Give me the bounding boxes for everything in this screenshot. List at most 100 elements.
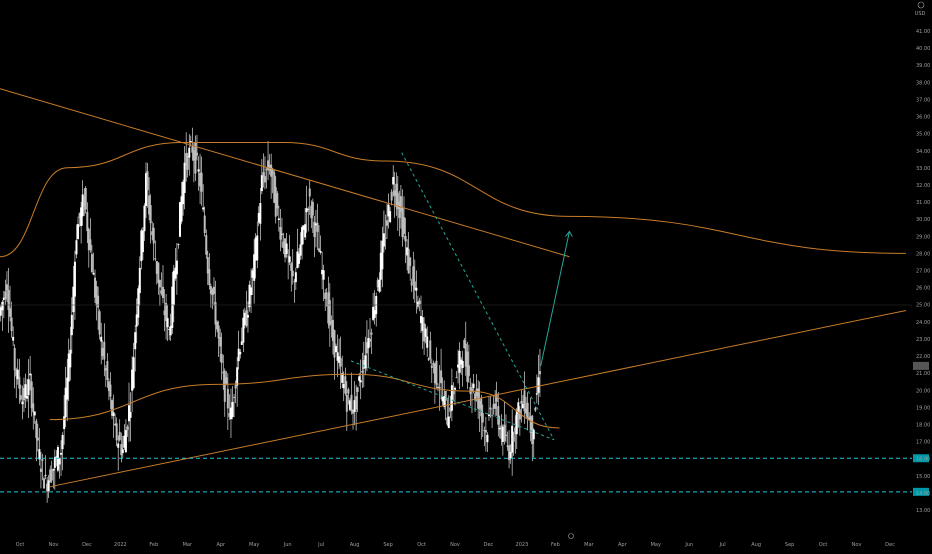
price-axis[interactable]: 41.00 40.00 39.00 38.00 37.00 36.00 35.00 34.00… xyxy=(916,29,930,514)
candle-body xyxy=(344,376,347,394)
candle-body xyxy=(333,330,336,358)
candle-body xyxy=(90,254,93,273)
candle-body xyxy=(276,193,279,209)
candle-body xyxy=(202,207,205,210)
candle-body xyxy=(288,256,291,263)
candle-body xyxy=(494,403,497,409)
candle-body xyxy=(10,317,13,332)
candle-body xyxy=(246,315,249,318)
time-tick-label: Mar xyxy=(183,542,193,548)
candle-body xyxy=(61,435,64,450)
price-tick-label: 33.00 xyxy=(916,166,930,172)
candle-body xyxy=(418,300,421,305)
candle-body xyxy=(304,224,307,238)
candle-body xyxy=(44,475,47,476)
candle-body xyxy=(504,434,507,437)
price-tick-label: 19.00 xyxy=(916,405,930,411)
candle-body xyxy=(347,389,350,394)
candle-body xyxy=(154,258,157,260)
candle-body xyxy=(515,410,518,435)
candle-body xyxy=(532,429,535,440)
candle-body xyxy=(146,171,149,191)
time-tick-label: Jul xyxy=(719,542,726,548)
candle-body xyxy=(77,224,80,240)
candle-body xyxy=(389,211,392,223)
candle-body xyxy=(311,201,314,216)
candle-body xyxy=(200,172,203,192)
price-tick-label: 32.00 xyxy=(916,183,930,189)
candle-body xyxy=(4,291,7,300)
time-tick-label: Nov xyxy=(852,542,862,548)
candle-body xyxy=(250,287,253,296)
candle-body xyxy=(234,385,237,389)
candle-body xyxy=(70,314,73,336)
candle-body xyxy=(109,384,112,397)
candle-body xyxy=(143,205,146,232)
time-tick-label: Oct xyxy=(819,542,828,548)
candle-body xyxy=(112,412,115,416)
price-tick-label: 16.00 xyxy=(916,457,930,463)
candle-body xyxy=(481,413,484,423)
candle-body xyxy=(152,227,155,244)
candle-body xyxy=(239,351,242,355)
price-tick-label: 13.00 xyxy=(916,508,930,514)
candle-body xyxy=(472,383,475,389)
candle-body xyxy=(52,468,55,471)
candle-body xyxy=(89,239,92,251)
candle-body xyxy=(138,267,141,294)
candle-body xyxy=(126,426,129,430)
time-tick-label: Aug xyxy=(350,542,360,548)
time-tick-label: Dec xyxy=(82,542,92,548)
candle-body xyxy=(245,310,248,327)
candle-body xyxy=(447,416,450,429)
price-chart[interactable]: 41.00 40.00 39.00 38.00 37.00 36.00 35.00 34.00… xyxy=(0,0,932,550)
candle-body xyxy=(197,169,200,172)
price-tick-label: 39.00 xyxy=(916,63,930,69)
candle-body xyxy=(378,279,381,292)
time-tick-label: 2022 xyxy=(114,542,127,548)
price-tick-label: 14.00 xyxy=(916,491,930,497)
candle-body xyxy=(404,235,407,242)
candle-body xyxy=(509,451,512,459)
candle-body xyxy=(5,284,8,291)
candle-body xyxy=(203,215,206,234)
candle xyxy=(84,186,87,214)
candle-body xyxy=(487,414,490,417)
candle-body xyxy=(426,336,429,348)
candle-body xyxy=(455,377,458,379)
candle-body xyxy=(106,360,109,380)
candle-body xyxy=(285,243,288,255)
time-tick-label: Nov xyxy=(450,542,460,548)
candle-body xyxy=(526,402,529,419)
candle-body xyxy=(359,380,362,383)
chart-area[interactable]: 41.00 40.00 39.00 38.00 37.00 36.00 35.00 34.00… xyxy=(0,0,932,550)
time-tick-label: Sep xyxy=(383,542,392,548)
price-tick-label: 25.00 xyxy=(916,303,930,309)
candle-body xyxy=(58,458,61,465)
price-tick-label: 27.00 xyxy=(916,269,930,275)
candle-body xyxy=(233,396,236,398)
time-tick-label: Jul xyxy=(317,542,324,548)
time-tick-label: Aug xyxy=(751,542,761,548)
candle-body xyxy=(424,328,427,337)
candle-body xyxy=(103,341,106,360)
candle-body xyxy=(322,270,325,280)
candle-body xyxy=(32,403,35,413)
candle-body xyxy=(316,222,319,232)
candle-body xyxy=(217,325,220,339)
time-tick-label: Mar xyxy=(584,542,594,548)
price-tick-label: 28.00 xyxy=(916,251,930,257)
candle-body xyxy=(512,435,515,442)
candle-body xyxy=(177,243,180,245)
candle-body xyxy=(41,459,44,461)
candle-body xyxy=(1,301,4,311)
candle-body xyxy=(382,233,385,247)
candle-body xyxy=(134,332,137,350)
candle-body xyxy=(497,406,500,425)
candle-body xyxy=(256,235,259,261)
candle-body xyxy=(35,420,38,438)
candle-body xyxy=(175,260,178,275)
candle-body xyxy=(534,407,537,411)
candle-body xyxy=(63,416,66,429)
candle-body xyxy=(259,203,262,224)
